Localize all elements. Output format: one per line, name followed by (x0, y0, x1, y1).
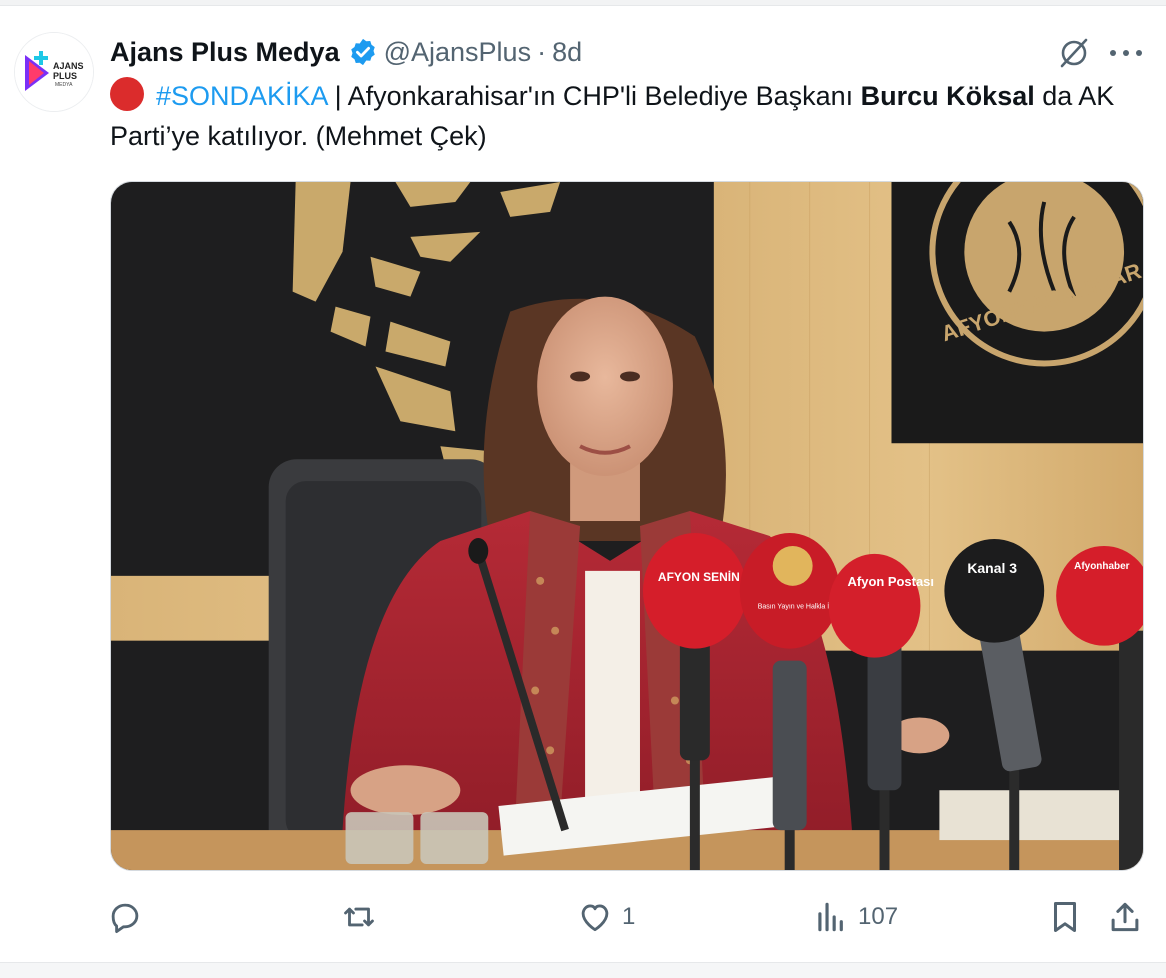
tweet-text-part1: | Afyonkarahisar'ın CHP'li Belediye Başk… (327, 81, 861, 111)
hashtag-link[interactable]: #SONDAKİKA (156, 81, 327, 111)
tweet-photo[interactable]: AFYONKARAHISAR BELEDİYESİ (110, 181, 1144, 871)
reply-button[interactable] (106, 894, 152, 940)
bookmark-icon (1053, 902, 1077, 932)
red-circle-emoji-icon (110, 77, 144, 111)
press-conference-photo: AFYONKARAHISAR BELEDİYESİ (111, 182, 1143, 870)
author-name[interactable]: Ajans Plus Medya (110, 37, 340, 68)
more-icon[interactable] (1108, 36, 1144, 70)
author-avatar[interactable]: AJANS PLUS MEDYA (14, 32, 94, 112)
author-handle[interactable]: @AjansPlus (384, 37, 531, 68)
tweet-header: Ajans Plus Medya @AjansPlus · 8d (110, 32, 582, 72)
logo-line2: PLUS (53, 71, 77, 81)
tweet-action-bar: 1 107 (106, 894, 1146, 940)
bookmark-button[interactable] (1046, 894, 1084, 940)
bottom-divider (0, 962, 1166, 978)
like-button[interactable]: 1 (576, 894, 635, 940)
retweet-icon (344, 907, 374, 927)
share-icon (1111, 902, 1139, 932)
grok-icon[interactable] (1057, 36, 1091, 70)
tweet-bold-name: Burcu Köksal (860, 81, 1035, 111)
logo-line1: AJANS (53, 61, 84, 71)
ajans-plus-logo: AJANS PLUS MEDYA (15, 33, 93, 111)
views-button[interactable]: 107 (812, 894, 898, 940)
mic-label-3: Afyon Postası (848, 574, 934, 589)
like-count: 1 (622, 903, 636, 930)
like-icon (581, 904, 609, 932)
views-icon (818, 902, 843, 932)
top-divider (0, 0, 1166, 6)
mic-label-5: Afyonhaber (1074, 561, 1130, 572)
meta-separator: · (537, 36, 547, 67)
logo-line3: MEDYA (55, 82, 73, 88)
tweet-text: #SONDAKİKA | Afyonkarahisar'ın CHP'li Be… (110, 76, 1150, 156)
verified-badge-icon[interactable] (348, 37, 378, 67)
share-button[interactable] (1106, 894, 1144, 940)
post-time[interactable]: 8d (552, 37, 582, 68)
retweet-button[interactable] (340, 894, 386, 940)
mic-label-4: Kanal 3 (967, 560, 1017, 576)
views-count: 107 (858, 903, 899, 930)
reply-icon (111, 903, 139, 933)
